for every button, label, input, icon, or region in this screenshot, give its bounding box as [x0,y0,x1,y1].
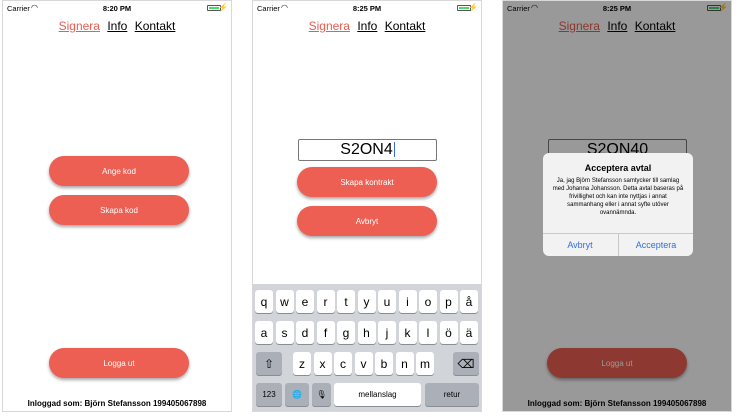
dialog-message: Ja, jag Björn Stefansson samtycker till … [552,178,684,216]
dialog-accept-button[interactable]: Acceptera [619,234,693,256]
key-s[interactable]: s [275,321,294,344]
key-l[interactable]: l [419,321,437,344]
return-key[interactable]: retur [425,383,479,406]
nav-info-link[interactable]: Info [357,19,377,33]
logga-ut-button[interactable]: Logga ut [49,348,189,378]
top-nav: Signera Info Kontakt [3,19,231,33]
key-j[interactable]: j [378,321,396,344]
nav-kontakt-link[interactable]: Kontakt [135,19,176,33]
key-m[interactable]: m [416,352,434,375]
logged-in-label: Inloggad som: Björn Stefansson 199405067… [27,399,207,408]
charging-icon: ⚡ [218,3,228,12]
key-e[interactable]: e [296,290,314,313]
nav-info-link[interactable]: Info [107,19,127,33]
key-f[interactable]: f [316,321,335,344]
key-ö[interactable]: ö [439,321,458,344]
key-c[interactable]: c [334,352,352,375]
screen-create-code: Carrier ◠ 8:25 PM ⚡ Signera Info Kontakt… [252,0,482,412]
skapa-kontrakt-button[interactable]: Skapa kontrakt [297,167,437,197]
text-caret [393,142,395,158]
key-q[interactable]: q [255,290,273,313]
key-g[interactable]: g [337,321,355,344]
key-w[interactable]: w [275,290,294,313]
accept-agreement-dialog: Acceptera avtal Ja, jag Björn Stefansson… [543,153,693,256]
key-i[interactable]: i [398,290,417,313]
key-ä[interactable]: ä [460,321,478,344]
key-b[interactable]: b [375,352,393,375]
nav-kontakt-link[interactable]: Kontakt [385,19,426,33]
nav-signera-link[interactable]: Signera [309,19,350,33]
key-å[interactable]: å [460,290,478,313]
screen-signera-home: Carrier ◠ 8:20 PM ⚡ Signera Info Kontakt… [2,0,232,412]
shift-key[interactable]: ⇧ [256,352,282,375]
keyboard: qwertyuiopå asdfghjklöä ⇧ ⌫ zxcvbnm 123 … [253,284,481,411]
key-x[interactable]: x [313,352,332,375]
dialog-cancel-button[interactable]: Avbryt [543,234,617,256]
key-n[interactable]: n [395,352,414,375]
clock: 8:25 PM [352,4,382,13]
nav-signera-link[interactable]: Signera [59,19,100,33]
keyboard-row-1: qwertyuiopå [253,290,481,313]
key-o[interactable]: o [419,290,437,313]
numbers-key[interactable]: 123 [256,383,282,406]
skapa-kod-button[interactable]: Skapa kod [49,195,189,225]
keyboard-row-3: ⇧ ⌫ zxcvbnm [253,352,481,375]
top-nav: Signera Info Kontakt [253,19,481,33]
microphone-icon[interactable]: 🎙 [312,383,331,406]
key-a[interactable]: a [255,321,273,344]
key-z[interactable]: z [293,352,311,375]
key-v[interactable]: v [354,352,373,375]
space-key[interactable]: mellanslag [334,383,421,406]
avbryt-button[interactable]: Avbryt [297,206,437,236]
key-h[interactable]: h [357,321,376,344]
dialog-title: Acceptera avtal [584,163,652,173]
code-input[interactable]: S2ON4 [298,139,437,161]
key-k[interactable]: k [398,321,417,344]
key-r[interactable]: r [316,290,335,313]
key-y[interactable]: y [357,290,376,313]
key-p[interactable]: p [439,290,458,313]
keyboard-row-4: 123 🌐 🎙 mellanslag retur [253,383,481,406]
keyboard-row-2: asdfghjklöä [253,321,481,344]
globe-icon[interactable]: 🌐 [285,383,309,406]
charging-icon: ⚡ [468,3,478,12]
screen-accept-agreement: Carrier ◠ 8:25 PM ⚡ Signera Info Kontakt… [502,0,732,412]
key-u[interactable]: u [378,290,396,313]
delete-key[interactable]: ⌫ [453,352,479,375]
code-input-value: S2ON4 [340,141,393,158]
ange-kod-button[interactable]: Ange kod [49,156,189,186]
status-bar: Carrier ◠ 8:20 PM ⚡ [3,1,231,15]
status-bar: Carrier ◠ 8:25 PM ⚡ [253,1,481,15]
key-t[interactable]: t [337,290,355,313]
clock: 8:20 PM [102,4,132,13]
key-d[interactable]: d [296,321,314,344]
